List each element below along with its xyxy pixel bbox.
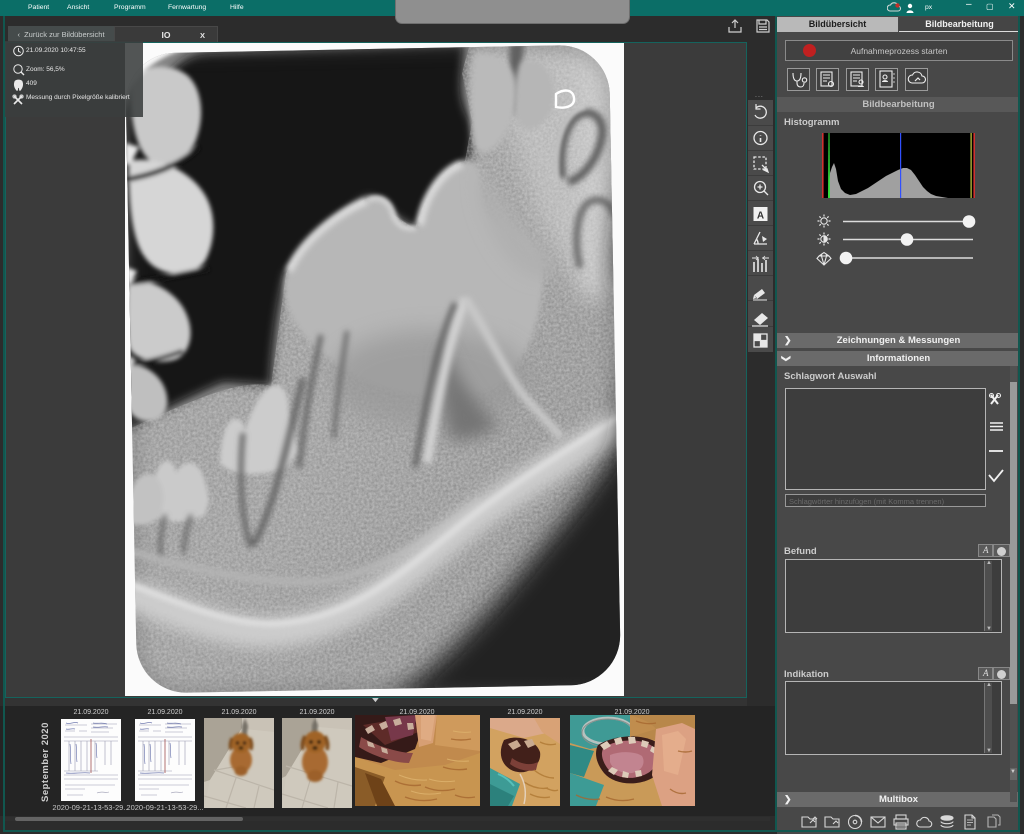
svg-text:A: A [757,211,764,222]
